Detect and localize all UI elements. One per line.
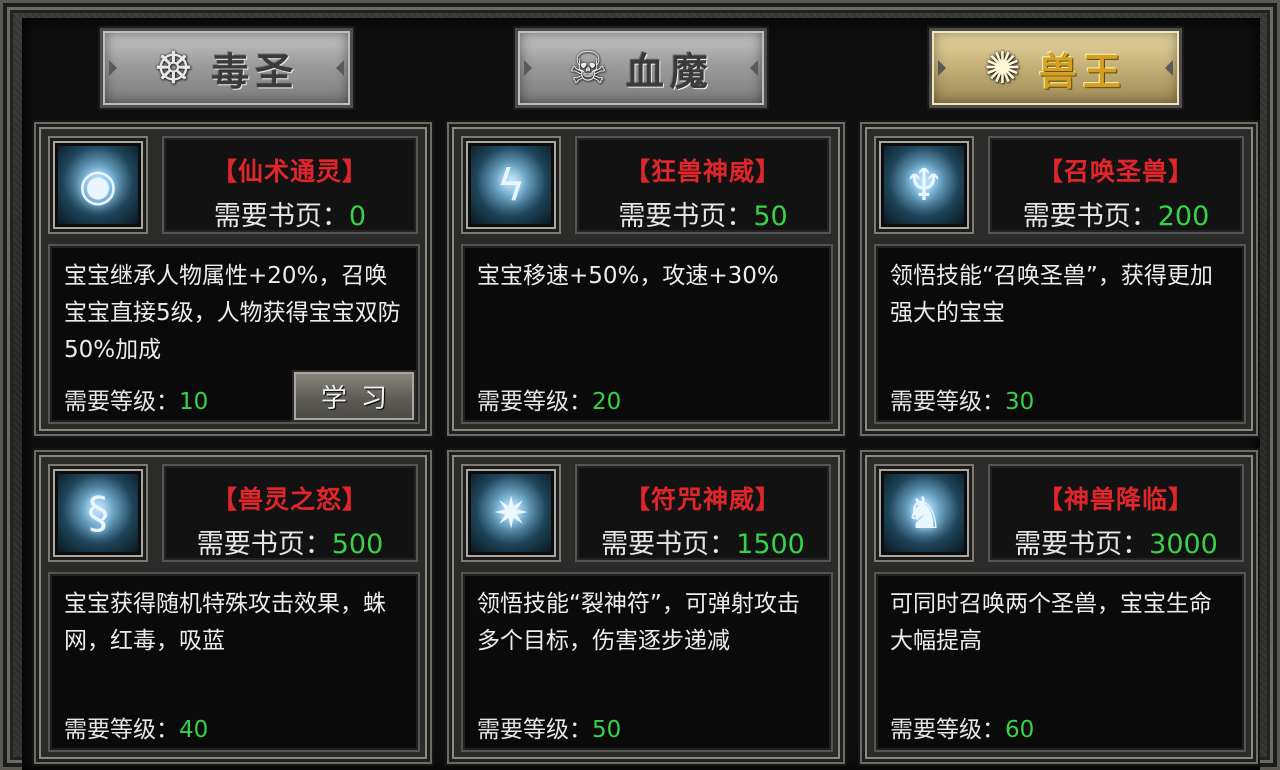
skill-card: ♆ 【召唤圣兽】 需要书页：200 领悟技能“召唤圣兽”，获得更加强大的宝宝 需… (860, 122, 1258, 436)
tab-poison-saint[interactable]: ☸ 毒圣 (100, 28, 353, 108)
skill-description-box: 宝宝继承人物属性+20%，召唤宝宝直接5级，人物获得宝宝双防50%加成 需要等级… (48, 244, 420, 424)
skill-icon-frame[interactable]: ϟ (461, 136, 561, 234)
tab-label: 毒圣 (211, 48, 300, 94)
divine-beast-icon: ♞ (884, 474, 964, 552)
skill-name: 【仙术通灵】 (211, 157, 368, 186)
required-level: 需要等级：50 (477, 717, 622, 743)
skill-header: 【狂兽神威】 需要书页：50 (575, 136, 831, 234)
required-pages: 需要书页：3000 (1014, 529, 1218, 560)
skill-description: 领悟技能“裂神符”，可弹射攻击多个目标，伤害逐步递减 (477, 591, 800, 654)
skill-name: 【狂兽神威】 (624, 157, 781, 186)
skill-description-box: 领悟技能“裂神符”，可弹射攻击多个目标，伤害逐步递减 需要等级：50 (461, 572, 833, 752)
skill-icon-frame[interactable]: ◉ (48, 136, 148, 234)
tab-blood-demon[interactable]: ☠ 血魔 (515, 28, 767, 108)
skill-header: 【符咒神威】 需要书页：1500 (575, 464, 831, 562)
skill-icon-frame[interactable]: ✷ (461, 464, 561, 562)
skill-card: § 【兽灵之怒】 需要书页：500 宝宝获得随机特殊攻击效果，蛛网，红毒，吸蓝 … (34, 450, 432, 764)
required-level: 需要等级：10 (64, 389, 209, 415)
skill-description: 宝宝移速+50%，攻速+30% (477, 263, 779, 289)
skill-description-box: 宝宝获得随机特殊攻击效果，蛛网，红毒，吸蓝 需要等级：40 (48, 572, 420, 752)
skill-icon-frame[interactable]: § (48, 464, 148, 562)
skill-name: 【召唤圣兽】 (1037, 157, 1194, 186)
required-pages: 需要书页：0 (213, 201, 367, 232)
skill-description-box: 宝宝移速+50%，攻速+30% 需要等级：20 (461, 244, 833, 424)
skill-card: ◉ 【仙术通灵】 需要书页：0 宝宝继承人物属性+20%，召唤宝宝直接5级，人物… (34, 122, 432, 436)
required-level: 需要等级：60 (890, 717, 1035, 743)
skill-description-box: 可同时召唤两个圣兽，宝宝生命大幅提高 需要等级：60 (874, 572, 1246, 752)
skill-card: ♞ 【神兽降临】 需要书页：3000 可同时召唤两个圣兽，宝宝生命大幅提高 需要… (860, 450, 1258, 764)
skill-icon-frame[interactable]: ♆ (874, 136, 974, 234)
required-pages-value: 0 (348, 201, 367, 232)
required-level-value: 60 (1005, 717, 1035, 743)
required-level: 需要等级：40 (64, 717, 209, 743)
tab-label: 血魔 (625, 48, 714, 94)
beast-emblem-icon: ✺ (984, 42, 1021, 94)
required-level-value: 30 (1005, 389, 1035, 415)
required-pages: 需要书页：1500 (601, 529, 805, 560)
demon-face-emblem-icon: ☠ (568, 42, 608, 94)
tab-label: 兽王 (1038, 48, 1127, 94)
skill-card: ϟ 【狂兽神威】 需要书页：50 宝宝移速+50%，攻速+30% 需要等级：20 (447, 122, 845, 436)
skill-icon-frame[interactable]: ♞ (874, 464, 974, 562)
skill-header: 【召唤圣兽】 需要书页：200 (988, 136, 1244, 234)
skill-name: 【符咒神威】 (624, 485, 781, 514)
required-pages-value: 200 (1157, 201, 1210, 232)
skill-header: 【兽灵之怒】 需要书页：500 (162, 464, 418, 562)
required-pages: 需要书页：200 (1022, 201, 1210, 232)
skill-header: 【仙术通灵】 需要书页：0 (162, 136, 418, 234)
required-pages: 需要书页：500 (196, 529, 384, 560)
skill-header: 【神兽降临】 需要书页：3000 (988, 464, 1244, 562)
skill-description: 可同时召唤两个圣兽，宝宝生命大幅提高 (890, 591, 1212, 654)
bouncing-talisman-icon: ✷ (471, 474, 551, 552)
claw-emblem-icon: ☸ (153, 42, 194, 94)
required-level: 需要等级：30 (890, 389, 1035, 415)
required-level-value: 40 (179, 717, 209, 743)
required-level-value: 20 (592, 389, 622, 415)
learn-button[interactable]: 学习 (292, 370, 416, 422)
eye-skill-icon: ◉ (58, 146, 138, 224)
required-pages-value: 50 (753, 201, 788, 232)
skill-description: 领悟技能“召唤圣兽”，获得更加强大的宝宝 (890, 263, 1213, 326)
required-pages-value: 3000 (1149, 529, 1218, 560)
skill-description: 宝宝获得随机特殊攻击效果，蛛网，红毒，吸蓝 (64, 591, 386, 654)
required-level-value: 10 (179, 389, 209, 415)
skill-card: ✷ 【符咒神威】 需要书页：1500 领悟技能“裂神符”，可弹射攻击多个目标，伤… (447, 450, 845, 764)
horned-demon-icon: ♆ (884, 146, 964, 224)
lightning-beast-icon: ϟ (471, 146, 551, 224)
skill-description-box: 领悟技能“召唤圣兽”，获得更加强大的宝宝 需要等级：30 (874, 244, 1246, 424)
skill-description: 宝宝继承人物属性+20%，召唤宝宝直接5级，人物获得宝宝双防50%加成 (64, 263, 401, 363)
required-pages-value: 500 (331, 529, 384, 560)
required-level-value: 50 (592, 717, 622, 743)
skill-name: 【神兽降临】 (1037, 485, 1194, 514)
required-level: 需要等级：20 (477, 389, 622, 415)
required-pages-value: 1500 (736, 529, 805, 560)
tab-beast-king[interactable]: ✺ 兽王 (929, 28, 1182, 108)
serpent-rune-icon: § (58, 474, 138, 552)
skill-name: 【兽灵之怒】 (211, 485, 368, 514)
required-pages: 需要书页：50 (618, 201, 788, 232)
